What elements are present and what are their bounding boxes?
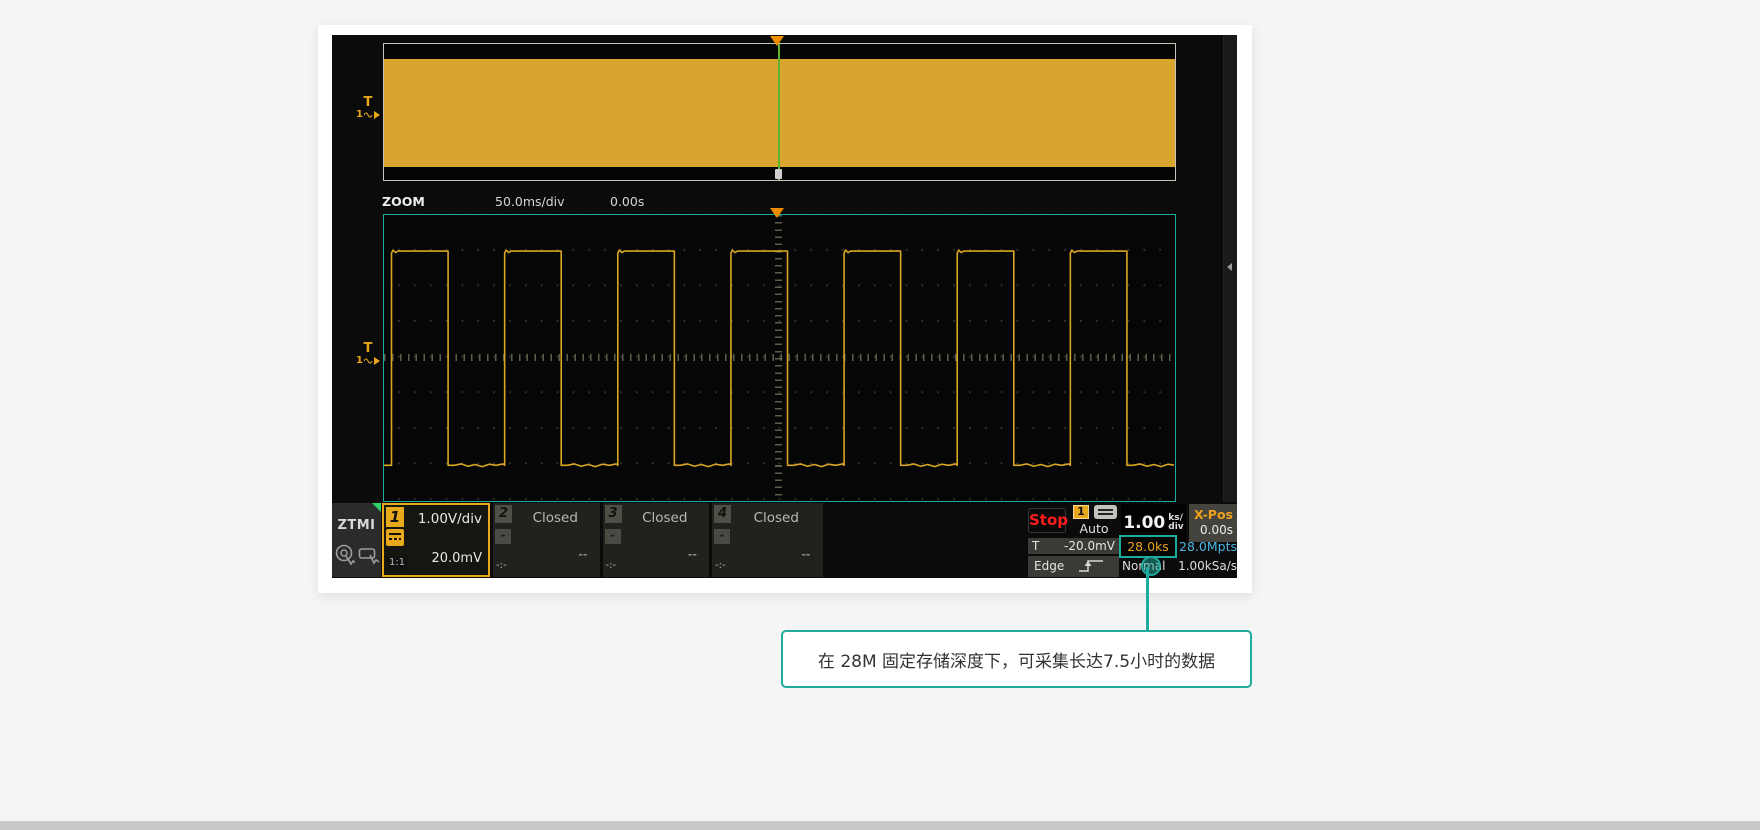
brand-panel[interactable]: ZTMI (332, 503, 381, 577)
overview-trigger-marker: T 1 (356, 96, 380, 120)
channel-4-state: Closed (732, 506, 821, 529)
sine-icon (364, 357, 373, 365)
channel-4-coupling: - (714, 529, 730, 544)
channel-4-value: -- (801, 548, 810, 561)
sine-icon (364, 111, 373, 119)
page-footer-bar (0, 821, 1760, 830)
channel-1-offset: 20.0mV (431, 551, 482, 566)
xpos-value: 0.00s (1193, 522, 1233, 538)
callout-text: 在 28M 固定存储深度下，可采集长达7.5小时的数据 (818, 647, 1215, 672)
dc-coupling-icon (386, 529, 404, 546)
trigger-level-label: T (1032, 539, 1039, 553)
record-length-box[interactable]: 28.0ks (1119, 535, 1177, 558)
sample-rate-value: 1.00kSa/s (1170, 559, 1237, 573)
right-arrow-icon (374, 357, 380, 365)
page: T 1 ZOOM 50.0ms/div 0.00s T 1 (0, 0, 1760, 830)
xpos-panel[interactable]: X-Pos 0.00s (1189, 504, 1237, 542)
trigger-level-row[interactable]: T -20.0mV (1028, 538, 1119, 554)
timebase-unit-top: ks/ (1168, 513, 1183, 523)
trigger-mode-value[interactable]: Auto (1069, 521, 1119, 536)
touch-knob-icon[interactable] (334, 543, 355, 569)
channel-3-coupling: - (605, 529, 621, 544)
oscilloscope-screen: T 1 ZOOM 50.0ms/div 0.00s T 1 (332, 35, 1237, 578)
coupling-display-icon[interactable] (1094, 505, 1117, 519)
trigger-source-badge[interactable]: 1 (1073, 505, 1089, 519)
rising-edge-icon (1078, 558, 1104, 574)
channel-3-panel[interactable]: 3 Closed - -- -:- (603, 503, 710, 577)
memory-depth-value: 28.0Mpts (1178, 539, 1237, 554)
channel-4-badge: 4 (714, 505, 731, 523)
channel1-square-waveform (384, 215, 1175, 500)
channel-2-panel[interactable]: 2 Closed - -- -:- (493, 503, 600, 577)
channel-3-value: -- (688, 548, 697, 561)
channel-3-badge: 3 (605, 505, 622, 523)
channel-1-scale: 1.00V/div (418, 511, 482, 527)
callout-anchor-dot (1141, 556, 1161, 576)
trigger-level-value: -20.0mV (1064, 538, 1115, 554)
brand-logo: ZTMI (332, 518, 381, 533)
channel-2-badge: 2 (495, 505, 512, 523)
status-bar: ZTMI 1 1.00V/div 1 (332, 502, 1237, 578)
channel-2-probe-ratio: -:- (496, 560, 507, 571)
channel-1-badge: 1 (386, 507, 404, 527)
channel-4-probe-ratio: -:- (715, 560, 726, 571)
zoom-trigger-position-icon (770, 208, 784, 218)
channel-3-state: Closed (623, 506, 708, 529)
zoom-trigger-marker: T 1 (356, 342, 380, 366)
trigger-t-label: T (356, 96, 380, 109)
zoom-mode-label: ZOOM (382, 194, 425, 210)
channel-3-probe-ratio: -:- (606, 560, 617, 571)
channel-1-probe-ratio: 1:1 (387, 556, 407, 569)
trigger-position-icon[interactable] (770, 36, 784, 46)
run-state-button[interactable]: Stop (1028, 508, 1066, 533)
trigger-channel-label: 1 (356, 355, 363, 366)
callout-connector-line (1146, 567, 1149, 631)
channel-2-coupling: - (495, 529, 511, 544)
channel-4-panel[interactable]: 4 Closed - -- -:- (712, 503, 823, 577)
zoom-position-handle[interactable] (775, 169, 782, 179)
zoom-waveform-window[interactable] (383, 214, 1176, 502)
timebase-value: 1.00 (1123, 513, 1165, 533)
zoom-timebase-value: 50.0ms/div (495, 194, 565, 210)
trigger-t-label: T (356, 342, 380, 355)
menu-expand-arrow-icon[interactable] (1227, 263, 1232, 271)
timebase-unit-bottom: div (1168, 522, 1183, 532)
trigger-channel-label: 1 (356, 109, 363, 120)
callout-box: 在 28M 固定存储深度下，可采集长达7.5小时的数据 (781, 630, 1252, 688)
trigger-type-value: Edge (1034, 559, 1064, 573)
right-arrow-icon (374, 111, 380, 119)
touch-pad-icon[interactable] (358, 543, 380, 569)
channel-2-state: Closed (513, 506, 598, 529)
zoom-position-value: 0.00s (610, 194, 644, 210)
xpos-label: X-Pos (1193, 507, 1233, 522)
menu-collapse-strip[interactable] (1223, 35, 1237, 502)
overview-window[interactable] (383, 43, 1176, 181)
channel-2-value: -- (578, 548, 587, 561)
notification-corner-icon (372, 503, 381, 512)
overview-zoom-position-line[interactable] (778, 44, 781, 180)
trigger-type-row[interactable]: Edge (1028, 556, 1119, 577)
channel-1-panel[interactable]: 1 1.00V/div 1:1 20.0mV (382, 503, 490, 577)
